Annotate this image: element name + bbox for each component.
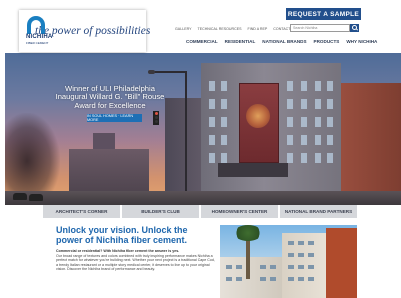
city-skyline bbox=[69, 149, 149, 194]
content-headline: Unlock your vision. Unlock the power of … bbox=[56, 225, 188, 246]
building-mural bbox=[239, 83, 279, 163]
tab-homeowners-center[interactable]: HOMEOWNER'S CENTER bbox=[201, 205, 278, 218]
streetlight-pole bbox=[185, 71, 187, 191]
entrance-canopy bbox=[218, 163, 288, 177]
car bbox=[13, 193, 27, 200]
traffic-light-icon bbox=[153, 111, 159, 125]
content-body: Our broad range of textures and colors c… bbox=[56, 253, 215, 272]
search-input[interactable]: Search Nichiha bbox=[290, 24, 350, 32]
logo[interactable]: NICHIHA FIBER CEMENT the power of possib… bbox=[19, 10, 150, 52]
car bbox=[29, 194, 43, 201]
nav-national-brands[interactable]: NATIONAL BRANDS bbox=[262, 39, 306, 44]
utility-link-find-a-rep[interactable]: FIND A REP bbox=[248, 27, 268, 31]
streetlight-icon bbox=[148, 70, 155, 74]
hero-headline: Winner of ULI Philadelphia Inaugural Wil… bbox=[55, 84, 165, 110]
project-photo bbox=[220, 225, 357, 298]
streetlight-arm bbox=[150, 71, 187, 73]
photo-low-building bbox=[220, 257, 284, 298]
utility-link-contact[interactable]: CONTACT bbox=[273, 27, 290, 31]
search-icon[interactable] bbox=[350, 24, 359, 32]
tab-national-brand-partners[interactable]: NATIONAL BRAND PARTNERS bbox=[280, 205, 357, 218]
tree-silhouette bbox=[5, 113, 60, 193]
audience-tabs: ARCHITECT'S CORNER BUILDER'S CLUB HOMEOW… bbox=[43, 205, 359, 218]
utility-nav: GALLERY TECHNICAL RESOURCES FIND A REP C… bbox=[175, 27, 290, 31]
tab-builders-club[interactable]: BUILDER'S CLUB bbox=[122, 205, 199, 218]
hero-banner bbox=[5, 53, 401, 205]
brick-building bbox=[338, 83, 401, 205]
palm-tree-icon bbox=[234, 225, 262, 241]
logo-subtext: FIBER CEMENT bbox=[26, 41, 49, 45]
request-sample-button[interactable]: REQUEST A SAMPLE bbox=[286, 8, 361, 20]
nav-why-nichiha[interactable]: WHY NICHIHA bbox=[346, 39, 377, 44]
nav-residential[interactable]: RESIDENTIAL bbox=[225, 39, 256, 44]
page: NICHIHA FIBER CEMENT the power of possib… bbox=[0, 0, 401, 298]
hero-learn-more-button[interactable]: IN SOUL HOMES · LEARN MORE bbox=[87, 114, 142, 122]
main-nav: COMMERCIAL RESIDENTIAL NATIONAL BRANDS P… bbox=[186, 39, 377, 44]
photo-accent-wall bbox=[326, 228, 357, 298]
tab-architects-corner[interactable]: ARCHITECT'S CORNER bbox=[43, 205, 120, 218]
street bbox=[5, 191, 401, 205]
nav-commercial[interactable]: COMMERCIAL bbox=[186, 39, 218, 44]
utility-link-gallery[interactable]: GALLERY bbox=[175, 27, 192, 31]
logo-text: NICHIHA bbox=[26, 34, 53, 40]
nav-products[interactable]: PRODUCTS bbox=[314, 39, 340, 44]
utility-link-technical-resources[interactable]: TECHNICAL RESOURCES bbox=[198, 27, 242, 31]
